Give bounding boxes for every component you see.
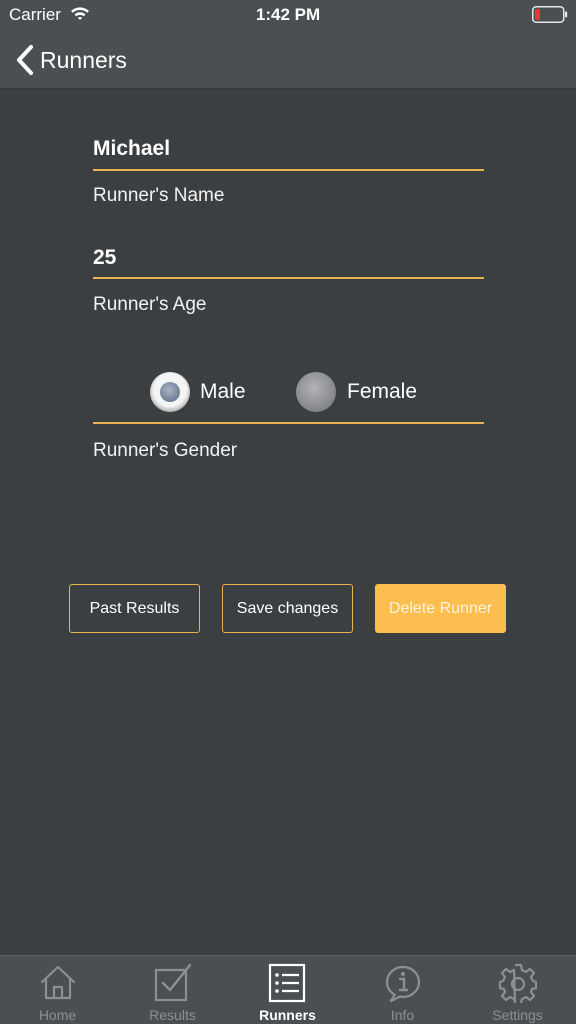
female-radio-button[interactable]	[296, 372, 336, 412]
gear-icon	[498, 963, 538, 1003]
chevron-left-icon	[17, 45, 33, 75]
past-results-button[interactable]: Past Results	[69, 584, 200, 633]
runner-name-field[interactable]: Michael	[93, 134, 483, 164]
tab-label-settings: Settings	[492, 1007, 543, 1023]
tab-label-results: Results	[149, 1007, 196, 1023]
runner-age-underline	[93, 277, 484, 279]
runner-age-field[interactable]: 25	[93, 243, 483, 273]
male-radio-label[interactable]: Male	[200, 380, 246, 404]
tab-runners[interactable]: Runners	[230, 956, 345, 1024]
runner-age-label: Runner's Age	[93, 294, 207, 315]
status-time: 1:42 PM	[255, 5, 321, 24]
tab-info[interactable]: Info	[345, 956, 460, 1024]
status-bar: Carrier 1:42 PM	[0, 0, 576, 30]
save-changes-button[interactable]: Save changes	[222, 584, 353, 633]
runner-name-underline	[93, 169, 484, 171]
battery-icon	[532, 6, 568, 23]
checkbox-icon	[154, 963, 192, 1002]
runner-gender-label: Runner's Gender	[93, 440, 238, 461]
tab-label-info: Info	[390, 1007, 415, 1023]
list-icon	[268, 963, 306, 1003]
tab-bar: Home Results Runners Info Settings	[0, 955, 576, 1024]
navigation-bar: Runners	[0, 30, 576, 89]
radio-selected-dot	[160, 382, 180, 402]
back-label: Runners	[40, 46, 127, 73]
info-icon	[385, 965, 421, 1003]
tab-label-runners: Runners	[259, 1007, 316, 1023]
female-radio-label[interactable]: Female	[347, 380, 417, 404]
runner-gender-underline	[93, 422, 484, 424]
male-radio-button[interactable]	[150, 372, 190, 412]
delete-runner-button[interactable]: Delete Runner	[375, 584, 506, 633]
runner-name-label: Runner's Name	[93, 185, 225, 206]
tab-settings[interactable]: Settings	[460, 956, 575, 1024]
tab-home[interactable]: Home	[0, 956, 115, 1024]
tab-results[interactable]: Results	[115, 956, 230, 1024]
tab-label-home: Home	[38, 1007, 77, 1023]
home-icon	[40, 965, 76, 1000]
back-button[interactable]: Runners	[14, 42, 127, 78]
